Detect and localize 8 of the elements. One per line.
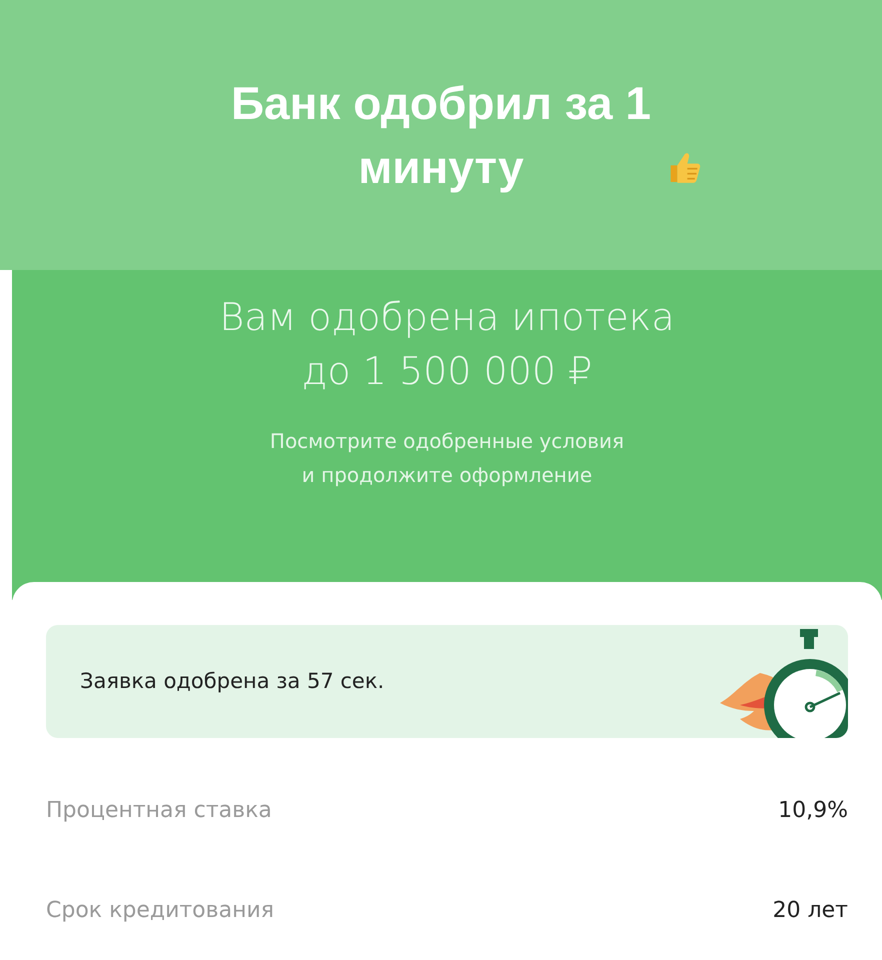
- approval-title: Вам одобрена ипотека до 1 500 000 ₽: [219, 294, 675, 395]
- term-label: Срок кредитования: [46, 896, 274, 924]
- term-value: 10,9%: [778, 796, 848, 824]
- notice-text: Заявка одобрена за 57 сек.: [80, 668, 384, 695]
- term-label: Процентная ставка: [46, 796, 272, 824]
- caption-title: Банк одобрил за 1 минуту: [230, 76, 652, 195]
- term-value: 20 лет: [772, 896, 848, 924]
- approval-subtitle: Посмотрите одобренные условия и продолжите оформление: [270, 428, 624, 489]
